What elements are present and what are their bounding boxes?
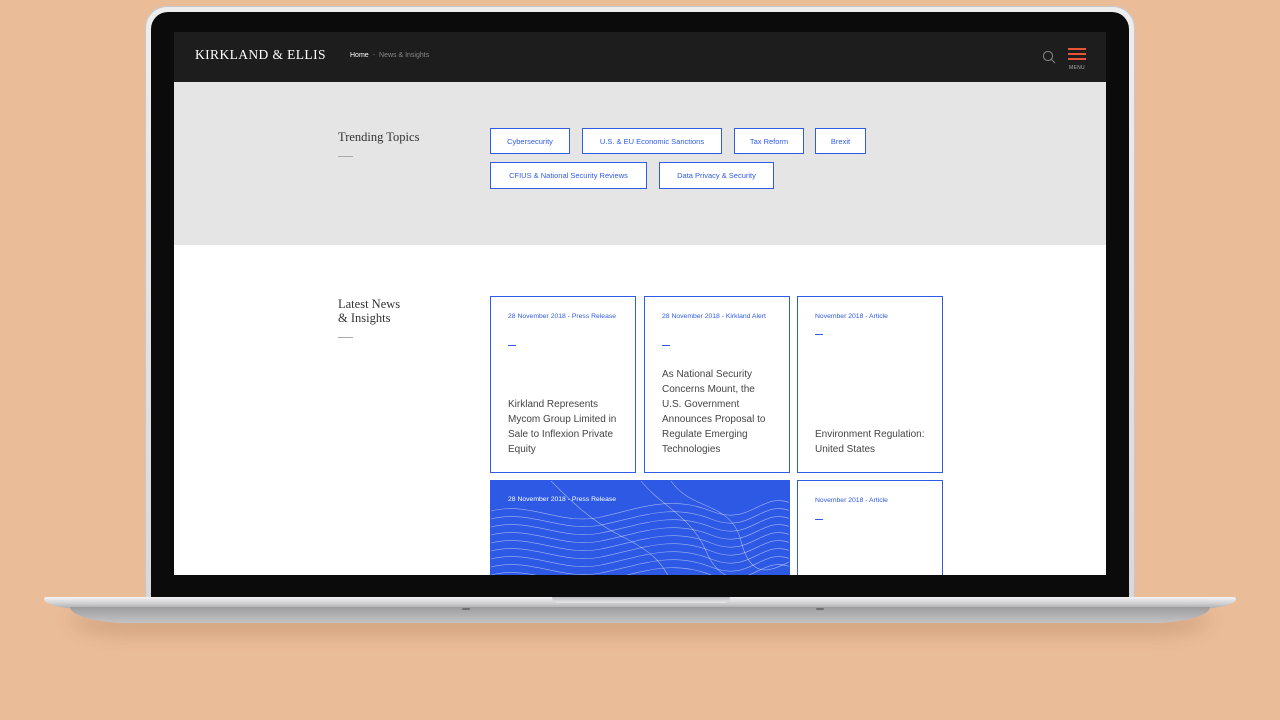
topic-chip-cfius[interactable]: CFIUS & National Security Reviews [490,162,647,189]
news-card-meta: 28 November 2018 - Press Release [508,496,617,503]
trending-topics-title: Trending Topics [338,130,420,144]
laptop-base-bottom [70,607,1210,623]
news-card-meta: November 2018 - Article [815,497,888,504]
news-card[interactable]: 28 November 2018 - Kirkland Alert As Nat… [644,296,790,473]
latest-news-title-line1: Latest News [338,297,401,311]
news-card[interactable]: November 2018 - Article [797,480,943,575]
title-rule [338,156,353,157]
topic-chip-brexit[interactable]: Brexit [815,128,866,154]
breadcrumb: Home - News & Insights [350,52,429,59]
site-header: KIRKLAND & ELLIS Home - News & Insights ME… [174,32,1106,82]
news-card-meta: 28 November 2018 - Kirkland Alert [662,313,766,320]
breadcrumb-home[interactable]: Home [350,52,369,59]
breadcrumb-separator: - [372,52,376,59]
news-card-title: Kirkland Represents Mycom Group Limited … [508,399,617,455]
news-card[interactable]: November 2018 - Article Environment Regu… [797,296,943,473]
menu-label: MENU [1069,65,1085,71]
featured-news-card[interactable]: 28 November 2018 - Press Release [490,480,790,575]
card-dash [815,519,823,520]
trending-topics-section: Trending Topics Cybersecurity U.S. & EU … [174,82,1106,245]
news-card-meta: 28 November 2018 - Press Release [508,313,617,320]
browser-screen: KIRKLAND & ELLIS Home - News & Insights ME… [174,32,1106,575]
card-dash [662,345,670,346]
topic-chip-sanctions[interactable]: U.S. & EU Economic Sanctions [582,128,722,154]
card-dash [508,345,516,346]
topic-chip-tax-reform[interactable]: Tax Reform [734,128,804,154]
topic-chip-cybersecurity[interactable]: Cybersecurity [490,128,570,154]
laptop-foot [462,608,470,610]
search-icon[interactable] [1042,50,1056,64]
news-card-title: Environment Regulation: United States [815,429,925,455]
card-dash [815,334,823,335]
menu-button[interactable]: MENU [1066,47,1088,73]
laptop-notch [552,597,730,603]
site-logo[interactable]: KIRKLAND & ELLIS [195,47,326,63]
breadcrumb-current: News & Insights [379,52,430,59]
news-card-meta: November 2018 - Article [815,313,888,320]
topic-chip-data-privacy[interactable]: Data Privacy & Security [659,162,774,189]
news-card-title: As National Security Concerns Mount, the… [662,369,766,455]
news-card[interactable]: 28 November 2018 - Press Release Kirklan… [490,296,636,473]
title-rule [338,337,353,338]
latest-news-title-line2: & Insights [338,311,391,325]
latest-news-title: Latest News & Insights [338,297,400,325]
laptop-foot [816,608,824,610]
